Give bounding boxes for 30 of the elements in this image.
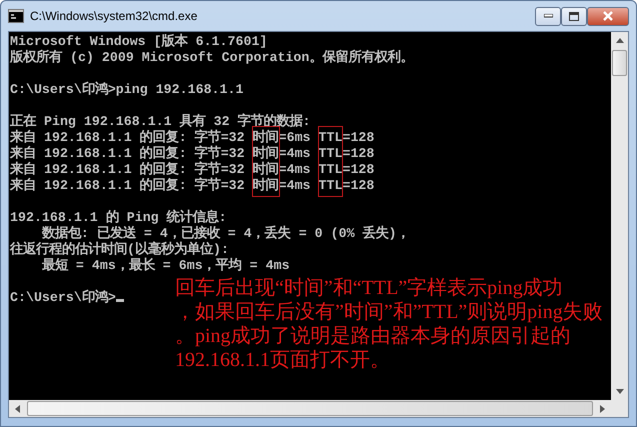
annotation-text: 回车后出现“时间”和“TTL”字样表示ping成功 [175,276,564,300]
scrollbar-thumb[interactable] [612,50,627,76]
right-arrow-icon [600,404,605,412]
close-icon [602,11,614,21]
maximize-button[interactable] [561,6,587,26]
console-line: 192.168.1.1 的 Ping 统计信息: [10,210,228,226]
minimize-button[interactable] [535,6,561,26]
annotation-text: 192.168.1.1页面打不开。 [175,348,391,372]
console-line: 来自 192.168.1.1 的回复: 字节=32 时间=4ms TTL=128 [10,178,376,194]
console-line: C:\Users\印鸿>ping 192.168.1.1 [10,82,244,98]
annotation-text: ，如果回车后没有”时间”和”TTL”则说明ping失败 [175,300,603,324]
console-line: 来自 192.168.1.1 的回复: 字节=32 时间=4ms TTL=128 [10,146,376,161]
console-line: 往返行程的估计时间(以毫秒为单位): [10,242,230,258]
scrollbar-thumb[interactable] [27,401,593,416]
console-line: 来自 192.168.1.1 的回复: 字节=32 时间=6ms TTL=128 [10,130,376,145]
console-line: 最短 = 4ms，最长 = 6ms，平均 = 4ms [40,258,291,274]
console-line: 数据包: 已发送 = 4，已接收 = 4，丢失 = 0 (0% 丢失)， [40,226,411,241]
console-line: Microsoft Windows [版本 6.1.7601] [10,34,268,50]
console-icon [8,9,24,23]
close-button[interactable] [587,6,629,26]
annotation-text: 。ping成功了说明是路由器本身的原因引起的 [175,324,572,348]
console-line: 版权所有 (c) 2009 Microsoft Corporation。保留所有权利。 [10,50,414,66]
maximize-icon [569,12,579,20]
left-arrow-icon [15,404,20,412]
window-title: C:\Windows\system32\cmd.exe [30,8,198,25]
console-line: C:\Users\印鸿> [10,290,116,306]
up-arrow-icon [616,38,624,43]
console-line: 来自 192.168.1.1 的回复: 字节=32 时间=4ms TTL=128 [10,162,376,177]
down-arrow-icon [616,389,624,394]
minimize-icon [544,14,552,18]
